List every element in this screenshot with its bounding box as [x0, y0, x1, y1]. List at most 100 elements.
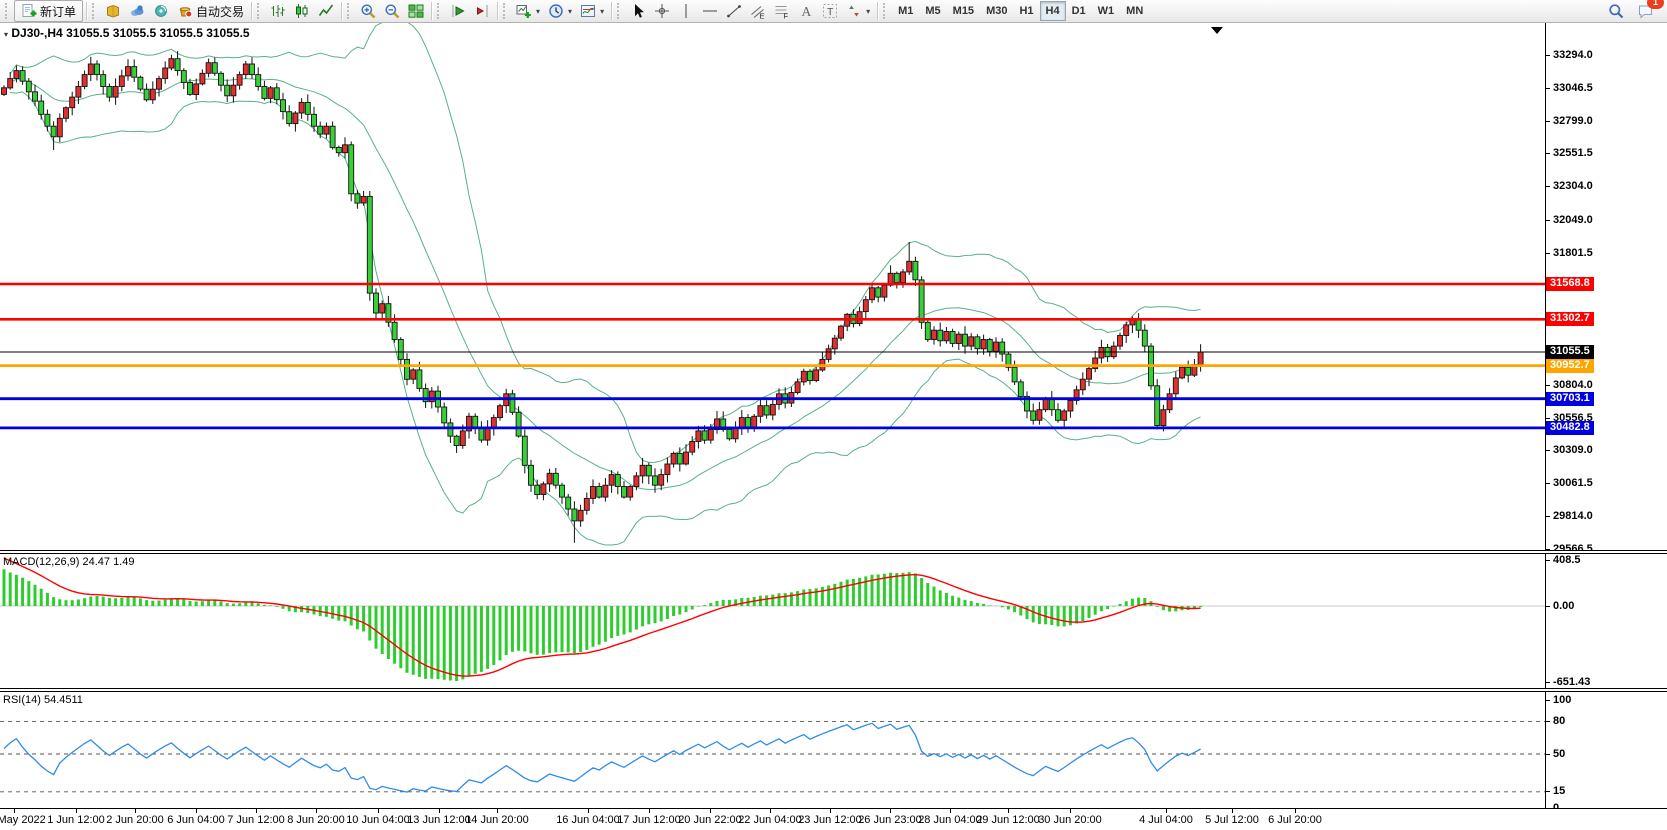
market-button[interactable]: [101, 0, 125, 22]
candle-body: [44, 113, 51, 127]
candle-body: [261, 86, 268, 99]
fiboF-icon: F: [775, 6, 789, 19]
zoom-in-button[interactable]: [356, 0, 380, 22]
candle-body: [658, 474, 665, 486]
candle-body: [1141, 329, 1148, 347]
rsi-pane[interactable]: [0, 692, 1545, 808]
dropdown-caret-icon[interactable]: ▾: [600, 7, 604, 16]
price-tick-mark: [1546, 450, 1550, 452]
bar-chart-button[interactable]: [266, 0, 290, 22]
search-button[interactable]: [1604, 0, 1628, 22]
cursor-button[interactable]: [626, 0, 650, 22]
doc-plus-icon: [22, 4, 37, 17]
auto-scroll-button[interactable]: [446, 0, 470, 22]
rsi-label: RSI(14) 54.4511: [3, 694, 83, 706]
trendline-button[interactable]: [722, 0, 746, 22]
toolbar-grip[interactable]: [437, 3, 442, 19]
candle-body: [943, 331, 950, 342]
pane-separator[interactable]: [0, 688, 1667, 692]
timeframe-M15-button[interactable]: M15: [947, 1, 980, 21]
gold-book-icon: [107, 4, 120, 18]
candle-body: [763, 405, 770, 416]
time-axis[interactable]: 31 May 20221 Jun 12:002 Jun 20:006 Jun 0…: [0, 808, 1667, 830]
arrows-icon: [849, 5, 859, 17]
chart-symbol-period: DJ30-,H4: [11, 26, 63, 40]
dropdown-caret-icon[interactable]: ▾: [866, 7, 870, 16]
toolbar-grip[interactable]: [347, 3, 352, 19]
timeframe-M5-button[interactable]: M5: [919, 1, 946, 21]
candles-group: [1, 51, 1204, 543]
chart-shift-marker-icon[interactable]: [1211, 27, 1223, 34]
candle-body: [230, 84, 237, 97]
community-button[interactable]: [125, 0, 149, 22]
horizontal-line-button[interactable]: [698, 0, 722, 22]
tile-windows-button[interactable]: [404, 0, 428, 22]
pane-separator[interactable]: [0, 550, 1667, 554]
indicator-tick-label: 15: [1553, 785, 1566, 798]
candle-body: [695, 430, 702, 442]
profiles-button[interactable]: ▾: [544, 0, 576, 22]
timeframe-H4-button[interactable]: H4: [1039, 1, 1066, 21]
candle-body: [980, 339, 987, 350]
main-price-pane[interactable]: [0, 19, 1545, 550]
candle-body: [602, 484, 609, 498]
template-icon: [581, 5, 596, 17]
candle-body: [472, 415, 479, 429]
candle-body: [391, 321, 398, 340]
arrows-button[interactable]: ▾: [842, 0, 874, 22]
textA-icon: A: [802, 4, 812, 19]
time-tick-mark: [588, 809, 589, 813]
text-label-button[interactable]: T: [818, 0, 842, 22]
toolbar-grip[interactable]: [5, 3, 10, 19]
new-order-button[interactable]: 新订单: [14, 0, 84, 22]
templates-button[interactable]: ▾: [576, 0, 608, 22]
dropdown-caret-icon[interactable]: ▾: [568, 7, 572, 16]
timeframe-W1-button[interactable]: W1: [1092, 1, 1121, 21]
candle-body: [528, 464, 534, 486]
candle-body: [552, 472, 559, 486]
toolbar-grip[interactable]: [883, 3, 888, 19]
candle-body: [180, 70, 187, 83]
chart-shift-button[interactable]: [470, 0, 494, 22]
toolbar-grip[interactable]: [92, 3, 97, 19]
timeframe-H1-button[interactable]: H1: [1013, 1, 1039, 21]
rsi-line: [3, 722, 1201, 793]
timeframe-MN-button[interactable]: MN: [1120, 1, 1149, 21]
candle-body: [664, 463, 671, 476]
candle-body: [478, 427, 485, 441]
candle-body: [267, 87, 274, 99]
timeframe-M30-button[interactable]: M30: [980, 1, 1013, 21]
toolbar-grip[interactable]: [617, 3, 622, 19]
vertical-line-button[interactable]: [674, 0, 698, 22]
autotrading-button[interactable]: 自动交易: [173, 0, 248, 22]
candle-body: [986, 339, 993, 352]
equidistant-channel-button[interactable]: E: [746, 0, 770, 22]
timeframe-D1-button[interactable]: D1: [1066, 1, 1092, 21]
indicator-tick-mark: [1546, 753, 1550, 755]
labelT-icon: T: [823, 4, 838, 18]
candlestick-chart-button[interactable]: [290, 0, 314, 22]
text-button[interactable]: A: [794, 0, 818, 22]
fibonacci-button[interactable]: F: [770, 0, 794, 22]
toolbar-grip[interactable]: [503, 3, 508, 19]
candle-body: [726, 429, 733, 440]
candle-body: [745, 417, 751, 428]
chart-title: ▾ DJ30-,H4 31055.5 31055.5 31055.5 31055…: [4, 26, 250, 40]
crosshair-button[interactable]: [650, 0, 674, 22]
line-chart-button[interactable]: [314, 0, 338, 22]
candle-body: [590, 486, 596, 499]
toolbar-grip[interactable]: [257, 3, 262, 19]
macd-label: MACD(12,26,9) 24.47 1.49: [3, 556, 135, 568]
dropdown-caret-icon[interactable]: ▾: [536, 7, 540, 16]
chart-window[interactable]: ▾ DJ30-,H4 31055.5 31055.5 31055.5 31055…: [0, 19, 1667, 830]
candle-body: [1154, 385, 1161, 426]
timeframe-M1-button[interactable]: M1: [892, 1, 919, 21]
time-tick-mark: [378, 809, 379, 813]
candle-body: [509, 393, 516, 413]
notifications-button[interactable]: 1: [1634, 0, 1664, 22]
time-label: 8 Jun 20:00: [287, 814, 345, 826]
signals-button[interactable]: [149, 0, 173, 22]
new-chart-button[interactable]: ▾: [512, 0, 544, 22]
macd-pane[interactable]: [0, 554, 1545, 688]
zoom-out-button[interactable]: [380, 0, 404, 22]
